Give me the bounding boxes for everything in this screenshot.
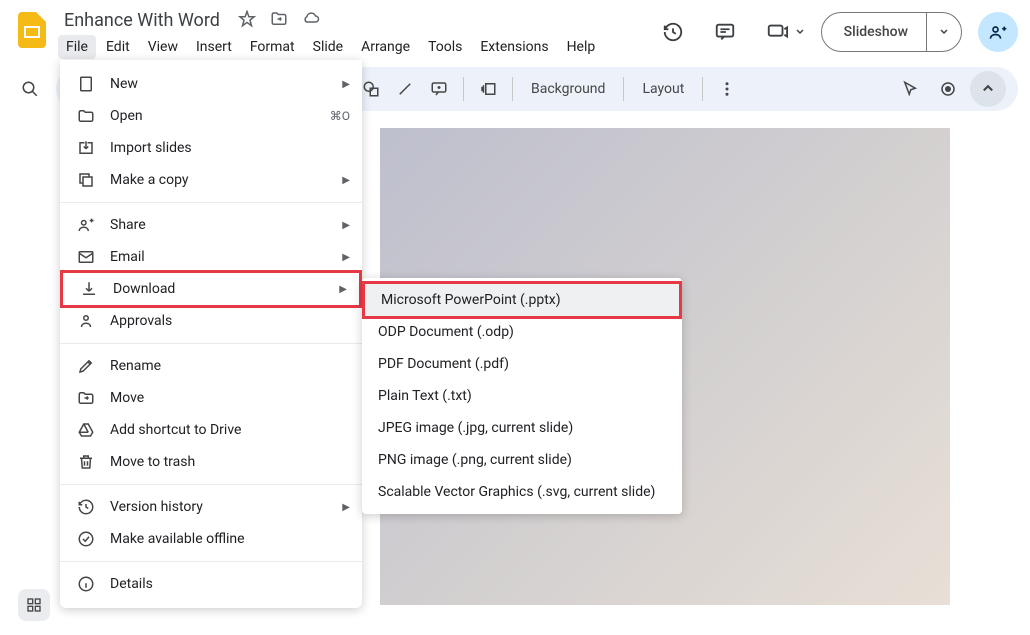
cloud-icon[interactable] bbox=[302, 10, 320, 32]
file-icon bbox=[76, 75, 96, 93]
copy-icon bbox=[76, 171, 96, 189]
fm-version[interactable]: Version history▶ bbox=[60, 491, 362, 523]
menu-edit[interactable]: Edit bbox=[98, 35, 138, 59]
more-icon[interactable] bbox=[711, 73, 743, 105]
fm-move[interactable]: Move bbox=[60, 382, 362, 414]
layout-button[interactable]: Layout bbox=[632, 81, 694, 97]
present-dropdown[interactable] bbox=[759, 14, 805, 50]
fm-approvals[interactable]: Approvals bbox=[60, 305, 362, 337]
menubar: File Edit View Insert Format Slide Arran… bbox=[58, 35, 655, 59]
share-icon bbox=[76, 216, 96, 234]
fm-share[interactable]: Share▶ bbox=[60, 209, 362, 241]
download-icon bbox=[79, 280, 99, 298]
info-icon bbox=[76, 575, 96, 593]
fm-details[interactable]: Details bbox=[60, 568, 362, 600]
menu-view[interactable]: View bbox=[140, 35, 186, 59]
comment-icon[interactable] bbox=[423, 73, 455, 105]
download-submenu: Microsoft PowerPoint (.pptx) ODP Documen… bbox=[362, 278, 682, 514]
sm-pdf[interactable]: PDF Document (.pdf) bbox=[362, 348, 682, 380]
chevron-right-icon: ▶ bbox=[342, 220, 350, 231]
chevron-right-icon: ▶ bbox=[342, 79, 350, 90]
line-icon[interactable] bbox=[389, 73, 421, 105]
file-menu: New▶ Open⌘O Import slides Make a copy▶ S… bbox=[60, 60, 362, 608]
history-icon[interactable] bbox=[655, 14, 691, 50]
menu-slide[interactable]: Slide bbox=[305, 35, 351, 59]
sm-txt[interactable]: Plain Text (.txt) bbox=[362, 380, 682, 412]
chevron-right-icon: ▶ bbox=[342, 175, 350, 186]
fm-new[interactable]: New▶ bbox=[60, 68, 362, 100]
offline-icon bbox=[76, 530, 96, 548]
pencil-icon bbox=[76, 357, 96, 375]
history-icon bbox=[76, 498, 96, 516]
fm-add-shortcut[interactable]: Add shortcut to Drive bbox=[60, 414, 362, 446]
collapse-toolbar-icon[interactable] bbox=[970, 71, 1006, 107]
transition-icon[interactable] bbox=[472, 73, 504, 105]
chevron-right-icon: ▶ bbox=[339, 284, 347, 295]
slideshow-button[interactable]: Slideshow bbox=[821, 12, 962, 52]
menu-format[interactable]: Format bbox=[242, 35, 303, 59]
background-button[interactable]: Background bbox=[521, 81, 615, 97]
chevron-right-icon: ▶ bbox=[342, 252, 350, 263]
comments-icon[interactable] bbox=[707, 14, 743, 50]
record-icon[interactable] bbox=[932, 73, 964, 105]
approvals-icon bbox=[76, 312, 96, 330]
menu-insert[interactable]: Insert bbox=[188, 35, 240, 59]
fm-open[interactable]: Open⌘O bbox=[60, 100, 362, 132]
document-title[interactable]: Enhance With Word bbox=[58, 8, 226, 33]
grid-view-icon[interactable] bbox=[18, 589, 50, 621]
search-icon[interactable] bbox=[12, 71, 48, 107]
fm-download[interactable]: Download▶ bbox=[60, 270, 362, 308]
menu-extensions[interactable]: Extensions bbox=[472, 35, 556, 59]
import-icon bbox=[76, 139, 96, 157]
fm-copy[interactable]: Make a copy▶ bbox=[60, 164, 362, 196]
menu-arrange[interactable]: Arrange bbox=[353, 35, 418, 59]
editing-mode-icon[interactable] bbox=[894, 73, 926, 105]
sm-odp[interactable]: ODP Document (.odp) bbox=[362, 316, 682, 348]
fm-trash[interactable]: Move to trash bbox=[60, 446, 362, 478]
sm-png[interactable]: PNG image (.png, current slide) bbox=[362, 444, 682, 476]
trash-icon bbox=[76, 453, 96, 471]
email-icon bbox=[76, 248, 96, 266]
fm-rename[interactable]: Rename bbox=[60, 350, 362, 382]
folder-icon bbox=[76, 107, 96, 125]
sm-jpeg[interactable]: JPEG image (.jpg, current slide) bbox=[362, 412, 682, 444]
star-icon[interactable] bbox=[238, 10, 256, 32]
drive-icon bbox=[76, 421, 96, 439]
move-folder-icon[interactable] bbox=[270, 10, 288, 32]
move-icon bbox=[76, 389, 96, 407]
fm-offline[interactable]: Make available offline bbox=[60, 523, 362, 555]
fm-import[interactable]: Import slides bbox=[60, 132, 362, 164]
sm-svg[interactable]: Scalable Vector Graphics (.svg, current … bbox=[362, 476, 682, 508]
share-button[interactable] bbox=[978, 12, 1018, 52]
sm-pptx[interactable]: Microsoft PowerPoint (.pptx) bbox=[362, 281, 682, 319]
chevron-right-icon: ▶ bbox=[342, 502, 350, 513]
menu-tools[interactable]: Tools bbox=[420, 35, 470, 59]
menu-file[interactable]: File bbox=[58, 35, 96, 59]
menu-help[interactable]: Help bbox=[559, 35, 604, 59]
slides-logo[interactable] bbox=[12, 10, 52, 50]
fm-email[interactable]: Email▶ bbox=[60, 241, 362, 273]
slideshow-caret[interactable] bbox=[926, 13, 961, 51]
